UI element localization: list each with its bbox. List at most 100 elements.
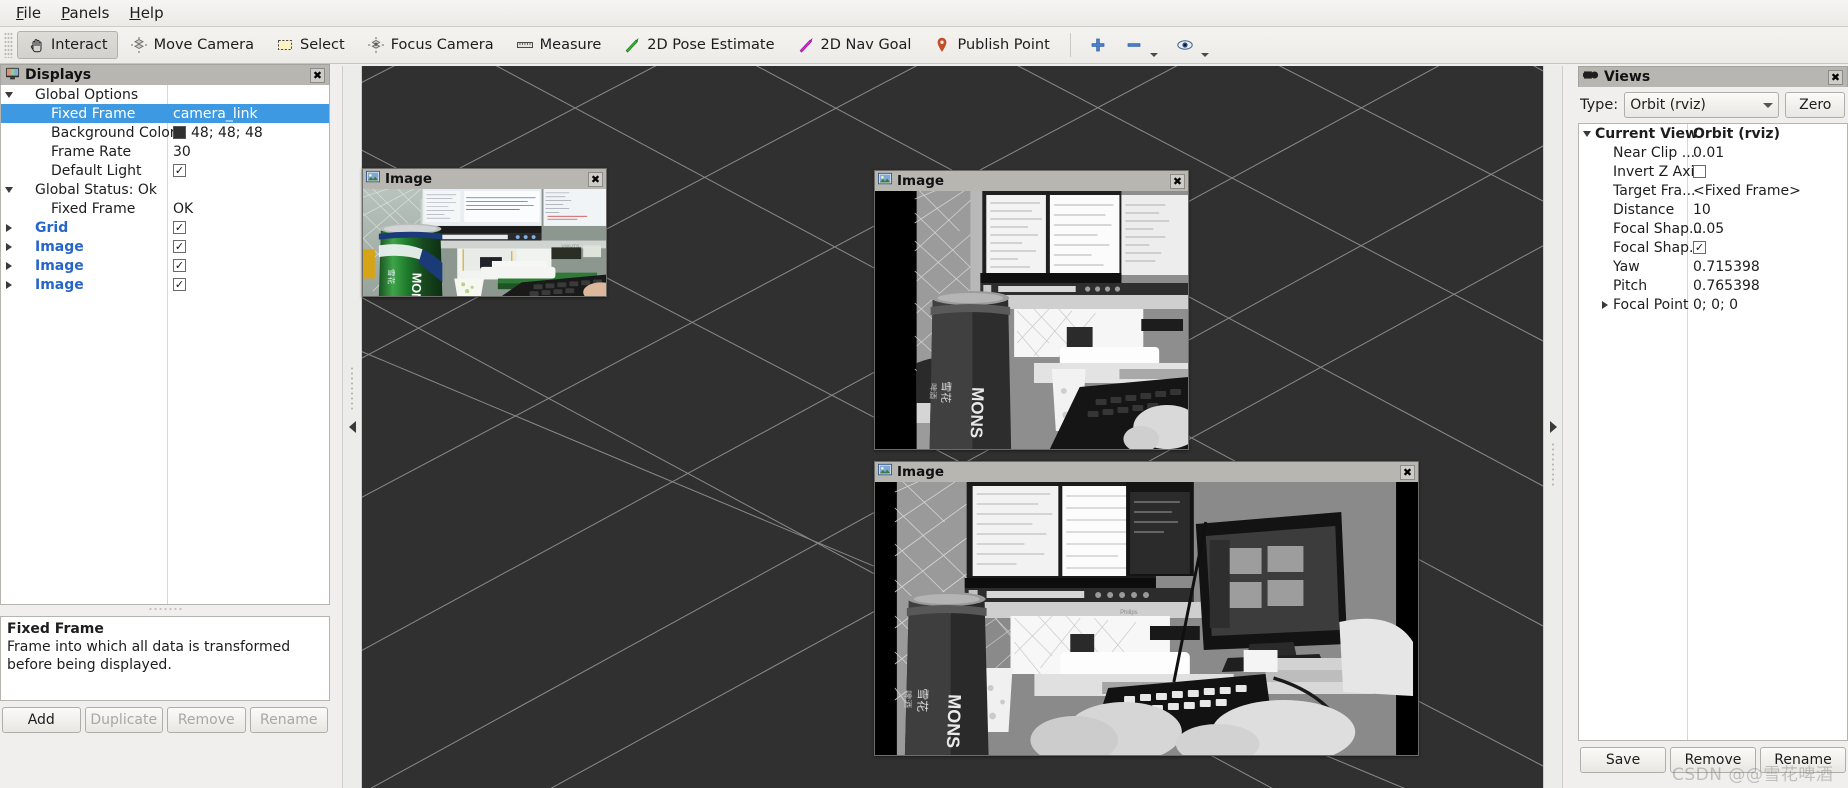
- color-swatch[interactable]: [173, 126, 186, 139]
- property-value: OK: [173, 200, 194, 217]
- tool-focus-camera[interactable]: Focus Camera: [357, 31, 504, 59]
- property-value-cell[interactable]: Orbit (rviz): [1693, 126, 1845, 142]
- twist-right-icon[interactable]: [1597, 300, 1613, 309]
- twist-down-icon[interactable]: [1579, 130, 1595, 137]
- property-value-cell[interactable]: ✓: [173, 259, 327, 272]
- view-row[interactable]: Current View Orbit (rviz): [1579, 124, 1847, 143]
- property-value-cell[interactable]: ✓: [173, 164, 327, 177]
- property-value-cell[interactable]: 10: [1693, 202, 1845, 218]
- menu-panels[interactable]: Panels: [51, 1, 119, 25]
- checkbox-checked[interactable]: ✓: [1693, 241, 1706, 254]
- view-row[interactable]: Invert Z Axis: [1579, 162, 1847, 181]
- tool-interact[interactable]: Interact: [17, 31, 118, 59]
- image-window[interactable]: Image ✖: [362, 168, 607, 297]
- property-value-cell[interactable]: <Fixed Frame>: [1693, 183, 1845, 199]
- display-row[interactable]: Global Options: [1, 85, 329, 104]
- twist-right-icon[interactable]: [1, 261, 17, 270]
- image-window[interactable]: Image ✖: [874, 170, 1189, 450]
- visibility-tool-dropdown-arrow[interactable]: [1200, 53, 1209, 57]
- image-window-titlebar[interactable]: Image ✖: [875, 171, 1188, 191]
- property-value-cell[interactable]: ✓: [1693, 241, 1845, 254]
- property-value-cell[interactable]: 0; 0; 0: [1693, 297, 1845, 313]
- views-property-tree[interactable]: Current View Orbit (rviz) Near Clip ... 0.0…: [1578, 123, 1848, 741]
- remove-tool-button[interactable]: [1117, 31, 1166, 59]
- image-window-titlebar[interactable]: Image ✖: [875, 462, 1418, 482]
- remove-view-button[interactable]: Remove: [1670, 747, 1756, 773]
- views-close-icon[interactable]: ✖: [1828, 69, 1843, 85]
- property-value-cell[interactable]: ✓: [173, 221, 327, 234]
- close-icon[interactable]: ✖: [588, 171, 603, 187]
- menu-help[interactable]: Help: [119, 1, 173, 25]
- tool-select[interactable]: Select: [266, 31, 355, 59]
- image-window[interactable]: Image ✖: [874, 461, 1419, 756]
- twist-right-icon[interactable]: [1, 280, 17, 289]
- splitter-grip: [148, 606, 182, 611]
- add-tool-button[interactable]: [1081, 31, 1115, 59]
- tool-publish-point[interactable]: Publish Point: [923, 31, 1059, 59]
- svg-text:雪花: 雪花: [915, 688, 931, 713]
- zero-button[interactable]: Zero: [1785, 92, 1845, 118]
- rename-view-button[interactable]: Rename: [1760, 747, 1846, 773]
- display-row[interactable]: Fixed Frame OK: [1, 199, 329, 218]
- property-value-cell[interactable]: 0.01: [1693, 145, 1845, 161]
- checkbox-checked[interactable]: ✓: [173, 259, 186, 272]
- image-window-titlebar[interactable]: Image ✖: [363, 169, 606, 189]
- twist-right-icon[interactable]: [1, 223, 17, 232]
- display-row[interactable]: Default Light ✓: [1, 161, 329, 180]
- display-row[interactable]: Global Status: Ok: [1, 180, 329, 199]
- left-panel-collapse-handle[interactable]: [342, 66, 362, 788]
- view-type-select[interactable]: Orbit (rviz): [1624, 92, 1780, 118]
- twist-down-icon[interactable]: [1, 186, 17, 193]
- property-value-cell[interactable]: [1693, 165, 1845, 178]
- magenta-arrow-icon: [797, 36, 815, 54]
- tool-move-camera[interactable]: Move Camera: [120, 31, 264, 59]
- checkbox-checked[interactable]: ✓: [173, 221, 186, 234]
- menu-file[interactable]: File: [6, 1, 51, 25]
- visibility-tool-button[interactable]: [1168, 31, 1217, 59]
- property-value-cell[interactable]: camera_link: [173, 106, 327, 122]
- twist-down-icon[interactable]: [1, 91, 17, 98]
- view-row[interactable]: Pitch 0.765398: [1579, 276, 1847, 295]
- close-icon[interactable]: ✖: [1400, 464, 1415, 480]
- tool-2d-nav-goal[interactable]: 2D Nav Goal: [787, 31, 922, 59]
- displays-close-icon[interactable]: ✖: [310, 67, 325, 83]
- displays-panel-titlebar: Displays ✖: [0, 64, 330, 85]
- property-value-cell[interactable]: ✓: [173, 278, 327, 291]
- property-value-cell[interactable]: ✓: [173, 240, 327, 253]
- right-panel-collapse-handle[interactable]: [1543, 66, 1563, 788]
- property-value-cell[interactable]: 0.715398: [1693, 259, 1845, 275]
- displays-splitter[interactable]: [0, 605, 330, 612]
- tool-measure[interactable]: Measure: [506, 31, 612, 59]
- display-row[interactable]: Fixed Frame camera_link: [1, 104, 329, 123]
- add-button[interactable]: Add: [2, 707, 81, 733]
- checkbox-checked[interactable]: ✓: [173, 164, 186, 177]
- view-row[interactable]: Near Clip ... 0.01: [1579, 143, 1847, 162]
- view-row[interactable]: Distance 10: [1579, 200, 1847, 219]
- close-icon[interactable]: ✖: [1170, 173, 1185, 189]
- display-row[interactable]: Background Color 48; 48; 48: [1, 123, 329, 142]
- remove-tool-dropdown-arrow[interactable]: [1149, 53, 1158, 57]
- save-view-button[interactable]: Save: [1580, 747, 1666, 773]
- checkbox-checked[interactable]: ✓: [173, 240, 186, 253]
- displays-property-tree[interactable]: Global Options Fixed Frame camera_link Back…: [0, 85, 330, 605]
- display-row[interactable]: Image ✓: [1, 275, 329, 294]
- view-row[interactable]: Focal Point 0; 0; 0: [1579, 295, 1847, 314]
- property-value-cell[interactable]: OK: [173, 201, 327, 217]
- view-row[interactable]: Target Fra... <Fixed Frame>: [1579, 181, 1847, 200]
- property-value-cell[interactable]: 30: [173, 144, 327, 160]
- display-row[interactable]: Image ✓: [1, 256, 329, 275]
- property-value-cell[interactable]: 0.05: [1693, 221, 1845, 237]
- property-value-cell[interactable]: 0.765398: [1693, 278, 1845, 294]
- view-row[interactable]: Focal Shap... ✓: [1579, 238, 1847, 257]
- property-value-cell[interactable]: 48; 48; 48: [173, 125, 327, 141]
- checkbox-checked[interactable]: ✓: [173, 278, 186, 291]
- tool-2d-pose-estimate[interactable]: 2D Pose Estimate: [613, 31, 784, 59]
- twist-right-icon[interactable]: [1, 242, 17, 251]
- display-row[interactable]: Grid ✓: [1, 218, 329, 237]
- display-row[interactable]: Frame Rate 30: [1, 142, 329, 161]
- display-row[interactable]: Image ✓: [1, 237, 329, 256]
- toolbar-grip[interactable]: [4, 32, 13, 58]
- view-row[interactable]: Yaw 0.715398: [1579, 257, 1847, 276]
- view-row[interactable]: Focal Shap... 0.05: [1579, 219, 1847, 238]
- checkbox-unchecked[interactable]: [1693, 165, 1706, 178]
